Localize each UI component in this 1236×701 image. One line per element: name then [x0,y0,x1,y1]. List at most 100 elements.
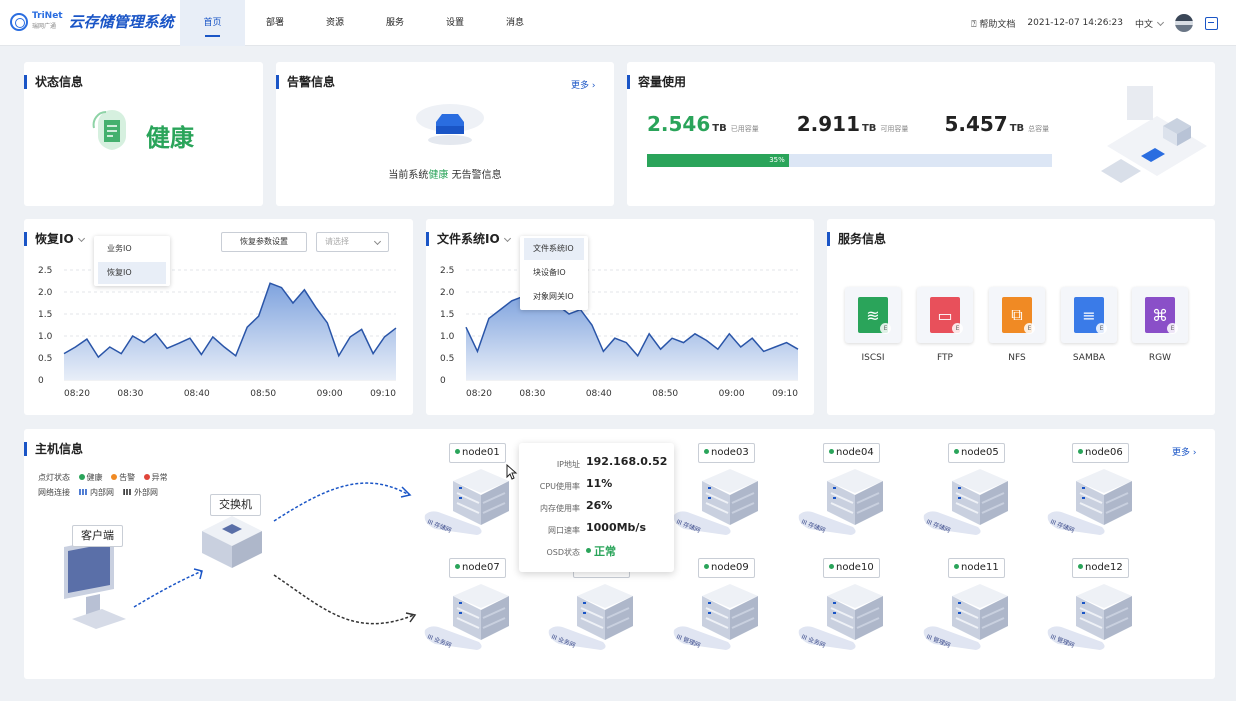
x-tick-label: 08:40 [184,389,210,399]
x-tick-label: 08:50 [250,389,276,399]
node-tag[interactable]: node04 [823,443,880,463]
available-capacity-value: 2.911 [796,112,860,136]
service-rgw[interactable]: ⌘ E RGW [1132,287,1188,363]
tooltip-ip: IP地址 192.168.0.52 [556,455,668,469]
service-nfs[interactable]: ⧉ E NFS [989,287,1045,363]
capacity-card: 容量使用 2.546 TB 已用容量 2.911 TB 可用容量 5.457 TB 总容量 … [627,62,1215,206]
fs-io-menu: 文件系统IO 块设备IO 对象网关IO [520,236,588,310]
logout-icon[interactable] [1205,16,1218,30]
tooltip-cpu: CPU使用率 11% [539,477,613,491]
system-name: 云存储管理系统 [68,13,174,31]
fs-io-title[interactable]: 文件系统IO [426,232,511,246]
service-iscsi[interactable]: ≋ E ISCSI [845,287,901,363]
menu-item-business-io[interactable]: 业务IO [98,238,166,260]
node-tag[interactable]: node05 [948,443,1005,463]
nav-settings[interactable]: 设置 [425,0,485,46]
service-icon-box: ▭ E [917,287,973,343]
node-tag[interactable]: node06 [1072,443,1129,463]
server-illustration-icon [1101,86,1207,183]
service-badge: E [1024,323,1035,334]
health-status: 健康 [146,124,194,152]
node-node12[interactable]: node12 III 管理网 [1047,558,1132,650]
healthy-dot-icon [954,564,959,569]
node-node03[interactable]: node03 III 存储网 [673,443,758,535]
menu-item-block-io[interactable]: 块设备IO [524,262,584,284]
y-tick-label: 1.0 [38,332,53,342]
main-nav: 首页 部署 资源 服务 设置 消息 [180,0,545,46]
healthy-dot-icon [704,449,709,454]
x-tick-label: 08:30 [117,389,143,399]
y-tick-label: 0.5 [440,354,454,364]
node-tag[interactable]: node03 [698,443,755,463]
node-node06[interactable]: node06 III 存储网 [1047,443,1132,535]
alarm-message: 当前系统健康 无告警信息 [388,170,502,181]
node-node05[interactable]: node05 III 存储网 [923,443,1008,535]
nav-services[interactable]: 服务 [365,0,425,46]
alarm-more-link[interactable]: 更多 › [571,78,595,91]
node-tag[interactable]: node01 [449,443,506,463]
healthy-dot-icon [455,449,460,454]
x-tick-label: 09:00 [317,389,343,399]
healthy-dot-icon [829,564,834,569]
chevron-down-icon [373,237,382,246]
tooltip-mem: 内存使用率 26% [540,499,613,513]
service-icon-box: ≡ E [1061,287,1117,343]
tooltip-osd: OSD状态 正常 [546,545,616,558]
capacity-bar: 35% [647,154,1052,167]
recover-io-title[interactable]: 恢复IO [24,232,85,246]
menu-item-recover-io[interactable]: 恢复IO [98,262,166,284]
language-select[interactable]: 中文 [1135,17,1165,30]
node-node04[interactable]: node04 III 存储网 [798,443,883,535]
node-tag[interactable]: node11 [948,558,1005,578]
service-name: NFS [1008,353,1026,363]
healthy-dot-icon [829,449,834,454]
logo[interactable]: TriNet 瑞网广通 云存储管理系统 [10,11,174,32]
alarm-title: 告警信息 [276,75,335,89]
avatar[interactable] [1175,14,1193,32]
node-tag[interactable]: node09 [698,558,755,578]
y-tick-label: 1.5 [440,310,454,320]
recover-param-button[interactable]: 恢复参数设置 [221,232,307,252]
trinet-logo-icon [10,12,28,31]
services-title: 服务信息 [827,232,886,246]
help-link[interactable]: ⍰ 帮助文档 [971,17,1015,30]
service-name: ISCSI [861,353,885,363]
node-node09[interactable]: node09 III 管理网 [673,558,758,650]
node-tag[interactable]: node10 [823,558,880,578]
service-badge: E [952,323,963,334]
status-title: 状态信息 [24,75,83,89]
healthy-dot-icon [954,449,959,454]
nav-home[interactable]: 首页 [180,0,245,46]
nav-messages[interactable]: 消息 [485,0,545,46]
node-tooltip: IP地址 192.168.0.52 CPU使用率 11% 内存使用率 26% 网口速率… [519,443,674,572]
recover-io-card: 恢复IO 恢复参数设置 请选择 2.5 2.0 1.5 1.0 0.5 0 08:20 08:… [24,219,413,415]
recover-select[interactable]: 请选择 [316,232,389,252]
node-node10[interactable]: node10 III 业务网 [798,558,883,650]
fs-io-card: 文件系统IO 2.5 2.0 1.5 1.0 0.5 0 08:20 08:30 08:40 08… [426,219,814,415]
node-node07[interactable]: node07 III 业务网 [424,558,509,650]
nav-deploy[interactable]: 部署 [245,0,305,46]
service-ftp[interactable]: ▭ E FTP [917,287,973,363]
y-tick-label: 2.5 [38,266,52,276]
service-samba[interactable]: ≡ E SAMBA [1061,287,1117,363]
healthy-dot-icon [704,564,709,569]
empty-inbox-icon [416,104,484,145]
nav-resources[interactable]: 资源 [305,0,365,46]
service-badge: E [1167,323,1178,334]
recover-io-menu: 业务IO 恢复IO [94,236,170,286]
node-node11[interactable]: node11 III 管理网 [923,558,1008,650]
total-capacity-value: 5.457 [944,112,1008,136]
healthy-dot-icon [455,564,460,569]
switch-label: 交换机 [210,494,261,516]
y-tick-label: 2.0 [38,288,53,298]
status-card: 状态信息 健康 [24,62,263,206]
node-tag[interactable]: node07 [449,558,506,578]
menu-item-object-io[interactable]: 对象网关IO [524,286,584,308]
capacity-stats: 2.546 TB 已用容量 2.911 TB 可用容量 5.457 TB 总容量 [647,112,1050,136]
header-tools: ⍰ 帮助文档 2021-12-07 14:26:23 中文 [959,0,1218,46]
menu-item-fs-io[interactable]: 文件系统IO [524,238,584,260]
service-name: SAMBA [1072,353,1106,363]
y-tick-label: 1.5 [38,310,52,320]
node-node01[interactable]: node01 III 存储网 [424,443,509,535]
node-tag[interactable]: node12 [1072,558,1129,578]
